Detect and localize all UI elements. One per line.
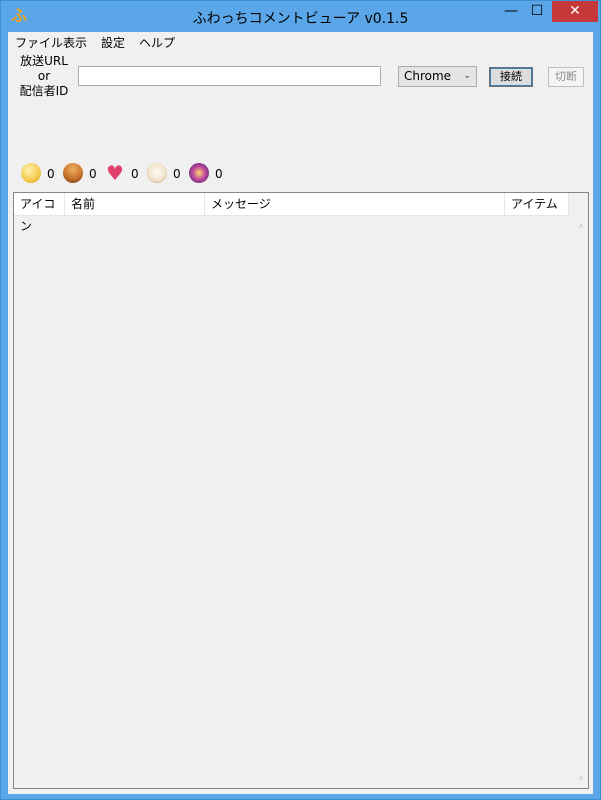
- item-count: 0: [89, 167, 97, 181]
- url-label-line2: or: [37, 69, 51, 83]
- scroll-up-icon[interactable]: ∧: [578, 221, 584, 230]
- column-header-icon[interactable]: アイコン: [14, 193, 65, 233]
- url-label: 放送URL or 配信者ID: [14, 54, 74, 99]
- client-area: ファイル 表示 設定 ヘルプ 放送URL or 配信者ID Chrome ⌄ 接…: [8, 32, 593, 794]
- ramen-icon: [147, 163, 167, 183]
- chevron-down-icon: ⌄: [463, 71, 471, 81]
- app-window: ふ ふわっちコメントビューア v0.1.5 — ☐ ✕ ファイル 表示 設定 ヘ…: [0, 0, 601, 800]
- column-header-name[interactable]: 名前: [65, 193, 205, 215]
- menu-view[interactable]: 表示: [63, 34, 87, 51]
- balloon-icon: [21, 163, 41, 183]
- item-count: 0: [47, 167, 55, 181]
- menu-help[interactable]: ヘルプ: [139, 34, 175, 51]
- scroll-down-icon[interactable]: ∨: [578, 773, 584, 782]
- item-count: 0: [173, 167, 181, 181]
- browser-select-value: Chrome: [404, 69, 452, 83]
- item-count: 0: [215, 167, 223, 181]
- minimize-button[interactable]: —: [498, 1, 524, 22]
- maximize-button[interactable]: ☐: [524, 1, 550, 22]
- burger-icon: [63, 163, 83, 183]
- title-bar[interactable]: ふ ふわっちコメントビューア v0.1.5 — ☐ ✕: [1, 1, 600, 32]
- column-header-item[interactable]: アイテム: [505, 193, 569, 215]
- comment-list-header: アイコン 名前 メッセージ アイテム: [14, 193, 569, 233]
- item-count: 0: [131, 167, 139, 181]
- connect-button[interactable]: 接続: [489, 67, 533, 87]
- url-label-line1: 放送URL: [20, 54, 68, 68]
- browser-select[interactable]: Chrome ⌄: [398, 66, 477, 87]
- column-header-message[interactable]: メッセージ: [205, 193, 505, 215]
- heart-icon: ♥: [106, 161, 124, 185]
- url-input[interactable]: [78, 66, 381, 86]
- menu-bar: ファイル 表示 設定 ヘルプ: [8, 32, 593, 50]
- menu-file[interactable]: ファイル: [15, 34, 63, 51]
- url-label-line3: 配信者ID: [19, 84, 69, 98]
- comment-list[interactable]: アイコン 名前 メッセージ アイテム ∧ ∨: [13, 192, 589, 789]
- close-button[interactable]: ✕: [552, 1, 598, 22]
- disconnect-button[interactable]: 切断: [548, 67, 584, 87]
- firework-icon: [189, 163, 209, 183]
- menu-settings[interactable]: 設定: [101, 34, 125, 51]
